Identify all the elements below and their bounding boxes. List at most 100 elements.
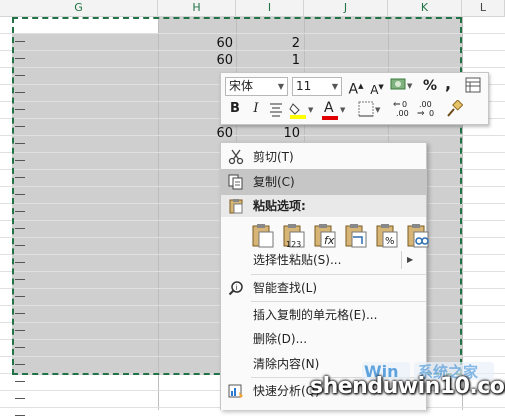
cell-dash-mark — [15, 126, 25, 127]
cell-dash-mark — [15, 58, 25, 59]
chevron-down-icon: ▼ — [331, 82, 338, 91]
column-header-k[interactable]: K — [388, 0, 462, 17]
grid-line-vertical — [158, 17, 159, 410]
borders-button[interactable]: ▼ — [358, 101, 384, 122]
grow-font-button[interactable]: A▲ — [347, 77, 365, 99]
percent-style-button[interactable]: % — [421, 77, 439, 95]
paste-options-header: 粘贴选项: — [221, 195, 426, 217]
cell-h-value[interactable]: 60 — [203, 53, 233, 68]
search-icon: i — [228, 281, 243, 296]
comma-style-button[interactable]: , — [441, 75, 455, 93]
menu-item-label: 删除(D)... — [253, 332, 308, 346]
column-label: K — [420, 1, 429, 14]
menu-item-label: 复制(C) — [253, 175, 295, 189]
align-center-button[interactable] — [267, 101, 285, 122]
chevron-down-icon: ▼ — [340, 106, 346, 114]
decrease-decimal-icon: 0 — [429, 109, 435, 118]
cell-dash-mark — [15, 41, 25, 42]
quick-analysis-icon — [228, 384, 243, 398]
svg-text:▼: ▼ — [407, 82, 413, 90]
column-header-j[interactable]: J — [304, 0, 388, 17]
font-color-icon: A — [324, 100, 334, 116]
format-cells-button[interactable] — [464, 77, 482, 98]
bold-icon: B — [230, 101, 240, 116]
cell-i-value[interactable]: 2 — [270, 36, 300, 51]
paste-link-icon[interactable] — [406, 223, 432, 249]
increase-decimal-label: .00 — [396, 109, 409, 118]
grid-line-horizontal — [0, 50, 505, 51]
menu-item-delete[interactable]: 删除(D)... — [221, 326, 426, 352]
fill-color-button[interactable]: ▼ — [289, 100, 317, 125]
cell-dash-mark — [15, 398, 25, 399]
percent-icon: % — [422, 78, 438, 94]
grow-font-icon: A — [348, 81, 359, 98]
scissors-icon — [228, 149, 244, 165]
menu-item-cut[interactable]: 剪切(T) — [221, 144, 426, 170]
submenu-divider — [401, 251, 402, 269]
accounting-format-button[interactable]: ▼ — [388, 76, 418, 99]
cell-h-value[interactable]: 60 — [203, 36, 233, 51]
column-header-i[interactable]: I — [236, 0, 304, 17]
cell-dash-mark — [15, 296, 25, 297]
menu-item-label: 插入复制的单元格(E)... — [253, 308, 378, 322]
font-name-value: 宋体 — [229, 79, 254, 93]
svg-text:▼: ▼ — [308, 106, 314, 114]
comma-icon: , — [444, 74, 452, 93]
column-label: H — [192, 1, 201, 14]
clipboard-icon — [229, 199, 243, 214]
shrink-font-button[interactable]: A▼ — [369, 78, 385, 99]
cell-i-value[interactable]: 1 — [270, 53, 300, 68]
cell-dash-mark — [15, 347, 25, 348]
fill-color-icon: ▼ — [289, 103, 314, 119]
format-painter-button[interactable] — [444, 99, 464, 123]
column-header-g[interactable]: G — [0, 0, 158, 17]
arrow-right-icon: ⇒ — [417, 109, 425, 119]
paste-transpose-icon[interactable] — [344, 223, 370, 249]
column-header-l[interactable]: L — [462, 0, 505, 17]
paste-formatting-icon[interactable]: % — [375, 223, 401, 249]
cell-i-value[interactable]: 10 — [270, 126, 300, 141]
column-header-h[interactable]: H — [158, 0, 236, 17]
cell-dash-mark — [15, 228, 25, 229]
cell-dash-mark — [15, 211, 25, 212]
grid-line-horizontal — [0, 33, 505, 34]
svg-text:i: i — [236, 284, 238, 292]
menu-item-label: 选择性粘贴(S)... — [253, 253, 342, 267]
cell-dash-mark — [15, 245, 25, 246]
bold-button[interactable]: B — [227, 100, 243, 118]
column-label: G — [74, 1, 83, 14]
grid-line-horizontal — [0, 135, 505, 136]
font-color-swatch — [322, 116, 338, 120]
cell-dash-mark — [15, 109, 25, 110]
column-label: L — [479, 1, 487, 14]
italic-button[interactable]: I — [249, 100, 263, 118]
italic-icon: I — [253, 101, 259, 116]
cell-dash-mark — [15, 364, 25, 365]
column-label: J — [343, 1, 348, 14]
svg-text:▼: ▼ — [375, 106, 381, 114]
mini-toolbar: 宋体 ▼ 11 ▼ A▲ A▼ ▼ % , B I ▼ A ▼ ▼ ⇐ 0 .0… — [220, 72, 489, 125]
chevron-right-icon: ▶ — [407, 255, 414, 264]
paste-formulas-icon[interactable]: fx — [313, 223, 339, 249]
font-name-combo[interactable]: 宋体 ▼ — [225, 77, 288, 96]
cell-dash-mark — [15, 92, 25, 93]
paste-values-icon[interactable]: 123 — [282, 223, 308, 249]
align-center-icon — [270, 103, 282, 117]
cell-h-value[interactable]: 60 — [203, 126, 233, 141]
cell-dash-mark — [15, 313, 25, 314]
active-cell[interactable] — [12, 17, 158, 33]
svg-text:fx: fx — [324, 234, 335, 247]
cell-dash-mark — [15, 194, 25, 195]
svg-text:%: % — [385, 236, 395, 247]
font-size-value: 11 — [296, 79, 312, 93]
watermark: Win 系统之家 shenduwin10.com — [300, 362, 505, 410]
paste-icon[interactable] — [251, 223, 277, 249]
font-size-combo[interactable]: 11 ▼ — [292, 77, 342, 96]
menu-item-paste-special[interactable]: 选择性粘贴(S)... ▶ — [221, 247, 426, 273]
menu-item-label: 智能查找(L) — [253, 281, 318, 295]
menu-item-smart-lookup[interactable]: i 智能查找(L) — [221, 275, 426, 301]
menu-item-label: 剪切(T) — [253, 150, 294, 164]
menu-item-insert-copied-cells[interactable]: 插入复制的单元格(E)... — [221, 302, 426, 328]
menu-item-copy[interactable]: 复制(C) — [221, 169, 426, 195]
cell-dash-mark — [15, 330, 25, 331]
